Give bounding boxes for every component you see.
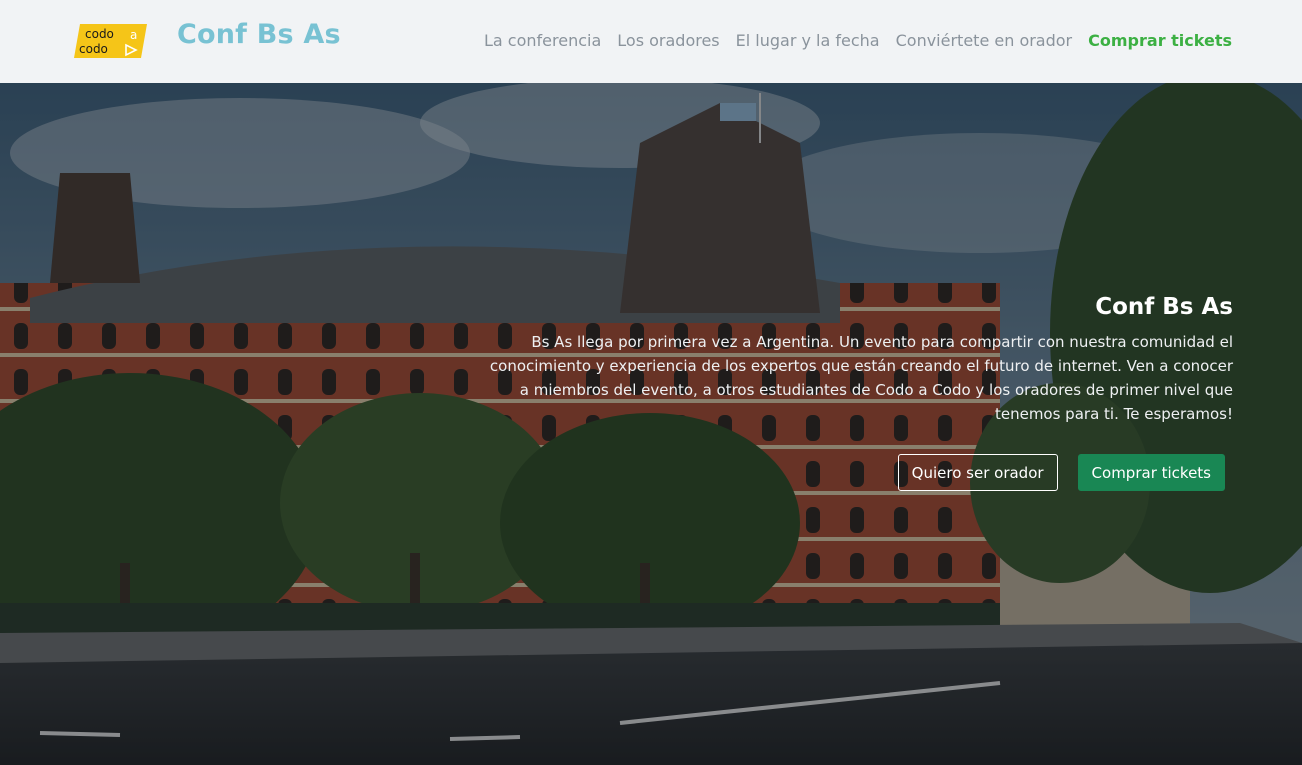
hero-description: Bs As llega por primera vez a Argentina.… [489,333,1233,423]
logo-mark-icon: codo codo a [74,24,147,58]
logo-line2: codo [79,42,108,56]
nav-lugar-fecha[interactable]: El lugar y la fecha [736,31,880,50]
main-nav: La conferencia Los oradores El lugar y l… [484,31,1232,50]
brand-title[interactable]: Conf Bs As [177,19,341,50]
navbar: codo codo a Conf Bs As La conferencia Lo… [0,0,1302,83]
nav-conviertete-orador[interactable]: Conviértete en orador [896,31,1073,50]
logo-mark-a: a [130,28,137,42]
logo-line1: codo [85,27,114,41]
hero-buttons: Quiero ser orador Comprar tickets [463,454,1233,491]
nav-los-oradores[interactable]: Los oradores [617,31,719,50]
speaker-button[interactable]: Quiero ser orador [897,454,1058,491]
hero-title: Conf Bs As [1095,294,1233,320]
hero-content: Conf Bs As Bs As llega por primera vez a… [463,294,1233,491]
buy-tickets-button[interactable]: Comprar tickets [1077,454,1225,491]
codo-a-codo-logo[interactable]: codo codo a [74,24,147,58]
nav-comprar-tickets[interactable]: Comprar tickets [1088,31,1232,50]
nav-la-conferencia[interactable]: La conferencia [484,31,601,50]
hero-section: Conf Bs As Bs As llega por primera vez a… [0,83,1302,765]
